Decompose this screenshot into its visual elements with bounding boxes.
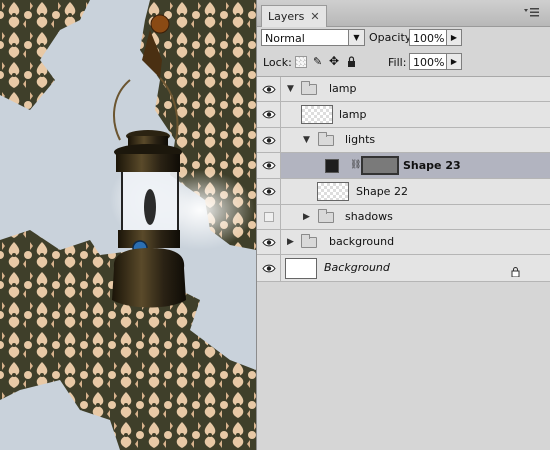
opacity-input[interactable]: 100% [409, 29, 447, 46]
eye-icon[interactable] [257, 128, 281, 152]
layer-name: background [329, 235, 395, 248]
eye-icon[interactable] [257, 255, 281, 281]
layer-row-background-group[interactable]: ▶ background [257, 230, 550, 255]
document-canvas[interactable] [0, 0, 256, 450]
eye-icon[interactable] [257, 102, 281, 127]
lock-icon [511, 262, 520, 278]
fill-color-swatch[interactable] [325, 159, 339, 173]
chevron-down-icon[interactable]: ▼ [287, 84, 294, 94]
layer-row-shape-23[interactable]: ⛓ Shape 23 [257, 153, 550, 179]
eye-icon[interactable] [257, 77, 281, 101]
layer-thumbnail [301, 105, 333, 124]
tab-layers-label: Layers [268, 9, 305, 23]
fill-label: Fill: [388, 56, 407, 69]
tab-layers[interactable]: Layers ✕ [261, 5, 327, 27]
opacity-label: Opacity: [369, 31, 415, 44]
layer-list: ▼ lamp lamp ▼ lights ⛓ Shape 23 Shape 22… [257, 76, 550, 450]
layer-name: Background [324, 261, 390, 274]
canvas-artwork [0, 0, 256, 450]
layer-name: lamp [329, 82, 357, 95]
layer-name: Shape 23 [403, 159, 461, 172]
eye-icon[interactable] [257, 230, 281, 254]
chevron-down-icon[interactable]: ▼ [348, 30, 364, 45]
layer-row-shape-22[interactable]: Shape 22 [257, 179, 550, 205]
transparency-lock-icon[interactable] [295, 56, 307, 68]
folder-icon [318, 132, 334, 146]
chevron-down-icon[interactable]: ▼ [303, 135, 310, 145]
chevron-right-icon[interactable]: ▶ [303, 212, 310, 222]
fill-slider-button[interactable]: ▶ [447, 53, 462, 70]
vector-mask-thumbnail[interactable] [361, 156, 399, 175]
layer-row-background[interactable]: Background [257, 255, 550, 282]
layer-thumbnail [317, 182, 349, 201]
eye-icon[interactable] [257, 153, 281, 178]
opacity-slider-button[interactable]: ▶ [447, 29, 462, 46]
layer-row-shadows-group[interactable]: ▶ shadows [257, 205, 550, 230]
close-icon[interactable]: ✕ [310, 7, 319, 27]
lock-icon[interactable] [347, 56, 356, 70]
blend-mode-value: Normal [265, 32, 305, 45]
eye-icon[interactable] [257, 205, 281, 229]
blend-mode-select[interactable]: Normal ▼ [261, 29, 365, 46]
fill-input[interactable]: 100% [409, 53, 447, 70]
eye-icon[interactable] [257, 179, 281, 204]
layer-row-lights-group[interactable]: ▼ lights [257, 128, 550, 153]
layer-name: lights [345, 133, 376, 146]
blend-opacity-row: Normal ▼ Opacity: 100% ▶ [257, 26, 550, 52]
layer-row-lamp-group[interactable]: ▼ lamp [257, 77, 550, 102]
move-icon[interactable]: ✥ [329, 54, 339, 68]
brush-icon[interactable]: ✎ [313, 55, 322, 68]
folder-icon [301, 234, 317, 248]
panel-menu-icon[interactable] [522, 6, 540, 20]
panel-tab-bar: Layers ✕ [257, 0, 550, 27]
layer-name: Shape 22 [356, 185, 408, 198]
chevron-right-icon[interactable]: ▶ [287, 237, 294, 247]
layer-thumbnail [285, 258, 317, 279]
layer-row-lamp[interactable]: lamp [257, 102, 550, 128]
folder-icon [301, 81, 317, 95]
lock-fill-row: Lock: ✎ ✥ Fill: 100% ▶ [257, 50, 550, 76]
chain-link-icon[interactable]: ⛓ [350, 160, 361, 171]
layer-name: shadows [345, 210, 393, 223]
folder-icon [318, 209, 334, 223]
layers-panel: Layers ✕ Normal ▼ Opacity: 100% ▶ Lock: … [256, 0, 550, 450]
lock-label: Lock: [263, 56, 292, 69]
layer-name: lamp [339, 108, 367, 121]
